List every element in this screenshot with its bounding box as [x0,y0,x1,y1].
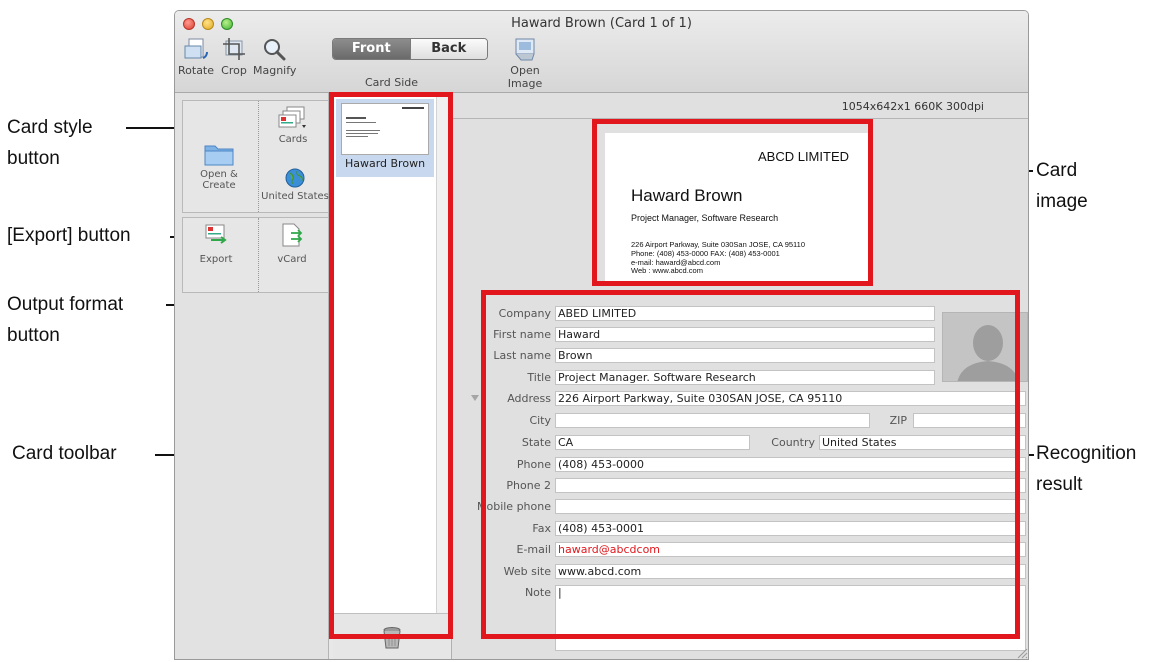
title-bar: Haward Brown (Card 1 of 1) Rotate Crop M… [175,11,1028,93]
resize-grip-icon[interactable] [1016,647,1028,659]
cards-label: Cards [278,134,308,145]
open-create-button[interactable]: Open & Create [189,141,249,191]
window-title: Haward Brown (Card 1 of 1) [511,16,692,31]
crop-label: Crop [221,64,247,77]
vcard-label: vCard [277,254,307,265]
cards-stack-icon [278,106,306,128]
image-info: 1054x642x1 660K 300dpi [841,100,984,113]
crop-icon [223,38,245,60]
crop-button[interactable]: Crop [218,36,250,77]
magnify-button[interactable]: Magnify [253,36,297,77]
export-label: Export [199,254,233,265]
callout-card-image: Card image [1036,160,1088,212]
front-side-button[interactable]: Front [333,39,410,59]
card-toolbar-highlight [329,92,453,639]
card-style-button[interactable]: Cards [266,105,320,145]
rotate-label: Rotate [178,64,215,77]
card-side-label: Card Side [365,76,419,89]
callout-card-style: Card style button [7,117,93,169]
magnify-label: Magnify [253,64,297,77]
output-format-button[interactable]: vCard [267,222,317,265]
vcard-icon [282,223,303,247]
callout-output-format: Output format button [7,294,124,346]
region-label: United States [261,191,329,202]
card-group: Open & Create Cards United States [182,100,329,213]
callout-card-toolbar: Card toolbar [12,443,117,464]
open-image-label: Open Image [507,64,543,90]
callout-export-button: [Export] button [7,225,131,246]
open-image-icon [515,38,535,61]
rotate-button[interactable]: Rotate [178,36,214,77]
group-divider [258,101,259,212]
export-icon [205,224,227,244]
back-side-button[interactable]: Back [409,39,487,59]
callout-recognition-result: Recognition result [1036,443,1137,495]
recognition-result-highlight [481,290,1020,639]
card-side-segmented-control: Front Back [332,38,488,60]
rotate-icon [184,38,208,59]
open-create-label: Open & Create [200,169,238,191]
folder-icon [204,145,234,166]
region-button[interactable]: United States [260,167,330,202]
globe-icon [285,168,305,188]
sidebar: Open & Create Cards United States Export… [175,93,329,659]
open-image-button[interactable]: Open Image [493,36,557,90]
export-group-divider [258,218,259,292]
export-button[interactable]: Export [191,222,241,265]
magnify-icon [264,39,286,61]
export-group: Export vCard [182,217,329,293]
card-image-highlight [592,119,873,286]
